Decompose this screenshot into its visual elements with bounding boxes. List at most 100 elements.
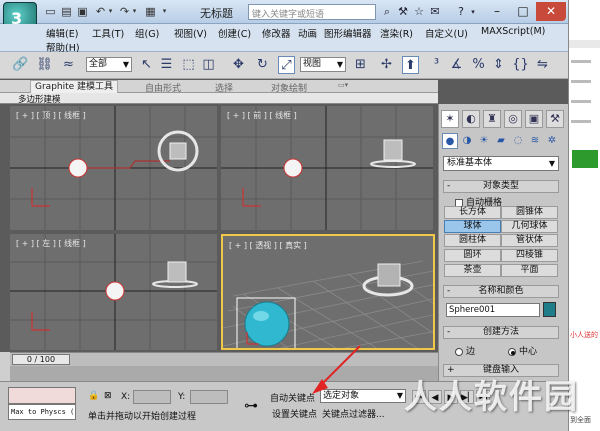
display-tab-icon[interactable]: ▣ (525, 110, 543, 128)
select-scale-icon[interactable]: ⤢ (278, 56, 295, 74)
snaps-toggle-icon[interactable]: ³ (428, 56, 445, 74)
viewport-front[interactable]: [ + ] [ 前 ] [ 线框 ] (221, 106, 433, 230)
viewport-top[interactable]: [ + ] [ 顶 ] [ 线框 ] (10, 106, 217, 230)
menu-modifiers[interactable]: 修改器 (262, 26, 291, 40)
rollout-name-color[interactable]: - 名称和颜色 (443, 285, 559, 298)
plane-button[interactable]: 平面 (501, 264, 558, 277)
motion-tab-icon[interactable]: ◎ (504, 110, 522, 128)
track-bar[interactable] (10, 366, 438, 381)
minimize-button[interactable]: – (484, 2, 510, 21)
object-name-input[interactable]: Sphere001 (446, 303, 540, 317)
search-icon[interactable]: ⌕ (380, 5, 394, 19)
ribbon-options-icon[interactable]: ▭▾ (338, 81, 348, 89)
menu-graph-editors[interactable]: 图形编辑器 (324, 26, 372, 40)
chevron-down-icon[interactable]: ▾ (128, 5, 141, 18)
primitive-type-dropdown[interactable]: 标准基本体 ▼ (443, 156, 559, 171)
edit-named-selection-icon[interactable]: {} (512, 56, 529, 74)
geosphere-button[interactable]: 几何球体 (501, 220, 558, 233)
menu-create[interactable]: 创建(C) (218, 26, 251, 40)
angle-snap-icon[interactable]: ∡ (448, 56, 465, 74)
tab-graphite-modeling[interactable]: Graphite 建模工具 (30, 80, 119, 93)
sphere-button[interactable]: 球体 (444, 220, 501, 233)
teapot-button[interactable]: 茶壶 (444, 264, 501, 277)
systems-icon[interactable]: ✲ (544, 133, 560, 149)
menu-animation[interactable]: 动画 (298, 26, 317, 40)
key-filters-button[interactable]: 关键点过滤器... (322, 407, 385, 420)
menu-rendering[interactable]: 渲染(R) (380, 26, 413, 40)
viewport-label[interactable]: [ + ] [ 透视 ] [ 真实 ] (229, 240, 307, 251)
menu-edit[interactable]: 编辑(E) (46, 26, 78, 40)
search-input[interactable]: 键入关键字或短语 (248, 4, 376, 20)
x-coordinate-field[interactable] (133, 390, 171, 404)
save-icon[interactable]: ▣ (76, 5, 89, 18)
window-crossing-icon[interactable]: ◫ (200, 56, 217, 74)
spinner-snap-icon[interactable]: ⇕ (490, 56, 507, 74)
time-slider-thumb[interactable]: 0 / 100 (12, 354, 70, 365)
modify-tab-icon[interactable]: ◐ (462, 110, 480, 128)
polygon-modeling-label[interactable]: 多边形建模 (18, 93, 61, 105)
geometry-icon[interactable]: ● (442, 133, 458, 149)
lock-selection-icon[interactable]: 🔒 (88, 391, 99, 401)
select-manipulate-icon[interactable]: ✢ (378, 56, 395, 74)
utilities-tab-icon[interactable]: ⚒ (546, 110, 564, 128)
chevron-down-icon[interactable]: ▾ (158, 5, 171, 18)
object-color-swatch[interactable] (543, 302, 556, 317)
viewport-label[interactable]: [ + ] [ 顶 ] [ 线框 ] (16, 110, 86, 121)
open-file-icon[interactable]: ▦ (144, 5, 157, 18)
new-icon[interactable]: ▭ (44, 5, 57, 18)
select-by-name-icon[interactable]: ☰ (158, 56, 175, 74)
rectangular-selection-icon[interactable]: ⬚ (180, 56, 197, 74)
selection-filter-dropdown[interactable]: 全部 ▼ (86, 57, 132, 72)
menu-customize[interactable]: 自定义(U) (425, 26, 468, 40)
viewport-label[interactable]: [ + ] [ 前 ] [ 线框 ] (227, 110, 297, 121)
viewport-label[interactable]: [ + ] [ 左 ] [ 线框 ] (16, 238, 86, 249)
viewport-perspective[interactable]: [ + ] [ 透视 ] [ 真实 ] (221, 234, 435, 350)
mini-curve-editor-icon[interactable] (0, 352, 10, 382)
bind-space-warp-icon[interactable]: ≈ (60, 56, 77, 74)
mirror-icon[interactable]: ⇋ (534, 56, 551, 74)
select-move-icon[interactable]: ✥ (230, 56, 247, 74)
cylinder-button[interactable]: 圆柱体 (444, 234, 501, 247)
unlink-icon[interactable]: ⛓ (36, 56, 53, 74)
auto-key-button[interactable]: 自动关键点 (270, 391, 315, 404)
percent-snap-icon[interactable]: % (470, 56, 487, 74)
lights-icon[interactable]: ☀ (476, 133, 492, 149)
y-coordinate-field[interactable] (190, 390, 228, 404)
radio-edge[interactable]: 边 (455, 344, 475, 357)
space-warps-icon[interactable]: ≋ (527, 133, 543, 149)
time-slider[interactable]: 0 / 100 (10, 352, 438, 366)
rollout-object-type[interactable]: - 对象类型 (443, 180, 559, 193)
close-button[interactable]: ✕ (536, 2, 566, 21)
box-button[interactable]: 长方体 (444, 206, 501, 219)
torus-button[interactable]: 圆环 (444, 249, 501, 262)
chevron-down-icon[interactable]: ▾ (466, 5, 480, 19)
link-icon[interactable]: 🔗 (12, 56, 29, 74)
shapes-icon[interactable]: ◑ (459, 133, 475, 149)
key-icon[interactable]: ⊶ (244, 398, 258, 414)
pivot-center-icon[interactable]: ⊞ (352, 56, 369, 74)
helpers-icon[interactable]: ◌ (510, 133, 526, 149)
menu-tools[interactable]: 工具(T) (92, 26, 124, 40)
maxscript-listener[interactable]: Max to Physcs ( (8, 404, 76, 420)
set-key-button[interactable]: 设置关键点 (272, 407, 317, 420)
cone-button[interactable]: 圆锥体 (501, 206, 558, 219)
menu-group[interactable]: 组(G) (135, 26, 159, 40)
communication-icon[interactable]: ✉ (428, 5, 442, 19)
hierarchy-tab-icon[interactable]: ♜ (483, 110, 501, 128)
open-icon[interactable]: ▤ (60, 5, 73, 18)
keyboard-shortcut-override-icon[interactable]: ⬆ (402, 56, 419, 74)
tube-button[interactable]: 管状体 (501, 234, 558, 247)
menu-maxscript[interactable]: MAXScript(M) (481, 26, 545, 37)
radio-center[interactable]: 中心 (508, 344, 537, 357)
chevron-down-icon[interactable]: ▾ (104, 5, 117, 18)
rollout-creation-method[interactable]: - 创建方法 (443, 326, 559, 339)
menu-views[interactable]: 视图(V) (174, 26, 207, 40)
viewport-left[interactable]: [ + ] [ 左 ] [ 线框 ] (10, 234, 217, 350)
create-tab-icon[interactable]: ✶ (441, 110, 459, 128)
reference-coordinate-dropdown[interactable]: 视图 ▼ (300, 57, 346, 72)
absolute-mode-icon[interactable]: ⊠ (104, 391, 112, 401)
maximize-button[interactable]: □ (510, 2, 536, 21)
cameras-icon[interactable]: ▰ (493, 133, 509, 149)
maxscript-listener-top[interactable] (8, 387, 76, 404)
key-filter-dropdown[interactable]: 选定对象 ▼ (320, 389, 406, 403)
